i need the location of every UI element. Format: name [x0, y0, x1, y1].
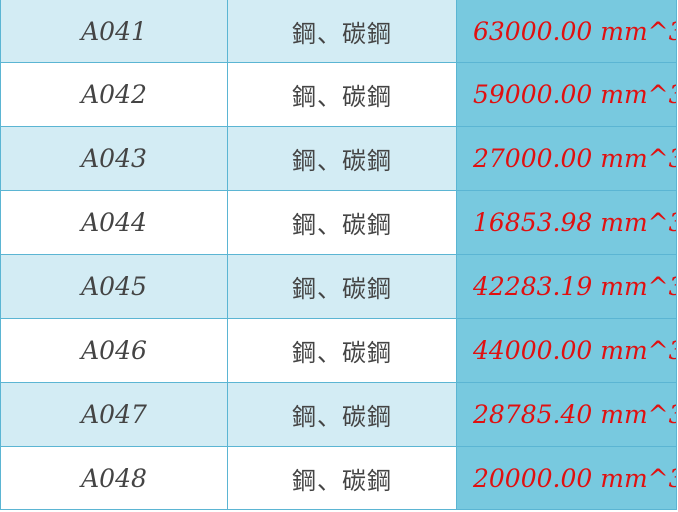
volume-cell: 59000.00 mm^3 — [456, 62, 677, 127]
volume-cell: 16853.98 mm^3 — [456, 190, 677, 255]
part-id-cell: A042 — [0, 62, 228, 127]
volume-cell: 27000.00 mm^3 — [456, 126, 677, 191]
volume-cell: 28785.40 mm^3 — [456, 382, 677, 447]
part-id-cell: A045 — [0, 254, 228, 319]
material-cell: 鋼、碳鋼 — [227, 62, 457, 127]
volume-cell: 44000.00 mm^3 — [456, 318, 677, 383]
table-row: A046 鋼、碳鋼 44000.00 mm^3 — [0, 318, 677, 383]
material-cell: 鋼、碳鋼 — [227, 0, 457, 63]
material-cell: 鋼、碳鋼 — [227, 318, 457, 383]
volume-cell: 42283.19 mm^3 — [456, 254, 677, 319]
table-row: A043 鋼、碳鋼 27000.00 mm^3 — [0, 126, 677, 191]
table-row: A042 鋼、碳鋼 59000.00 mm^3 — [0, 62, 677, 127]
material-cell: 鋼、碳鋼 — [227, 126, 457, 191]
table-row: A048 鋼、碳鋼 20000.00 mm^3 — [0, 446, 677, 510]
part-id-cell: A043 — [0, 126, 228, 191]
volume-cell: 20000.00 mm^3 — [456, 446, 677, 510]
part-id-cell: A047 — [0, 382, 228, 447]
table-row: A044 鋼、碳鋼 16853.98 mm^3 — [0, 190, 677, 255]
volume-cell: 63000.00 mm^3 — [456, 0, 677, 63]
material-cell: 鋼、碳鋼 — [227, 382, 457, 447]
table-row: A045 鋼、碳鋼 42283.19 mm^3 — [0, 254, 677, 319]
parts-table: A041 鋼、碳鋼 63000.00 mm^3 A042 鋼、碳鋼 59000.… — [0, 0, 677, 510]
part-id-cell: A044 — [0, 190, 228, 255]
material-cell: 鋼、碳鋼 — [227, 254, 457, 319]
material-cell: 鋼、碳鋼 — [227, 190, 457, 255]
table-row: A047 鋼、碳鋼 28785.40 mm^3 — [0, 382, 677, 447]
part-id-cell: A041 — [0, 0, 228, 63]
part-id-cell: A046 — [0, 318, 228, 383]
table-row: A041 鋼、碳鋼 63000.00 mm^3 — [0, 0, 677, 63]
material-cell: 鋼、碳鋼 — [227, 446, 457, 510]
part-id-cell: A048 — [0, 446, 228, 510]
